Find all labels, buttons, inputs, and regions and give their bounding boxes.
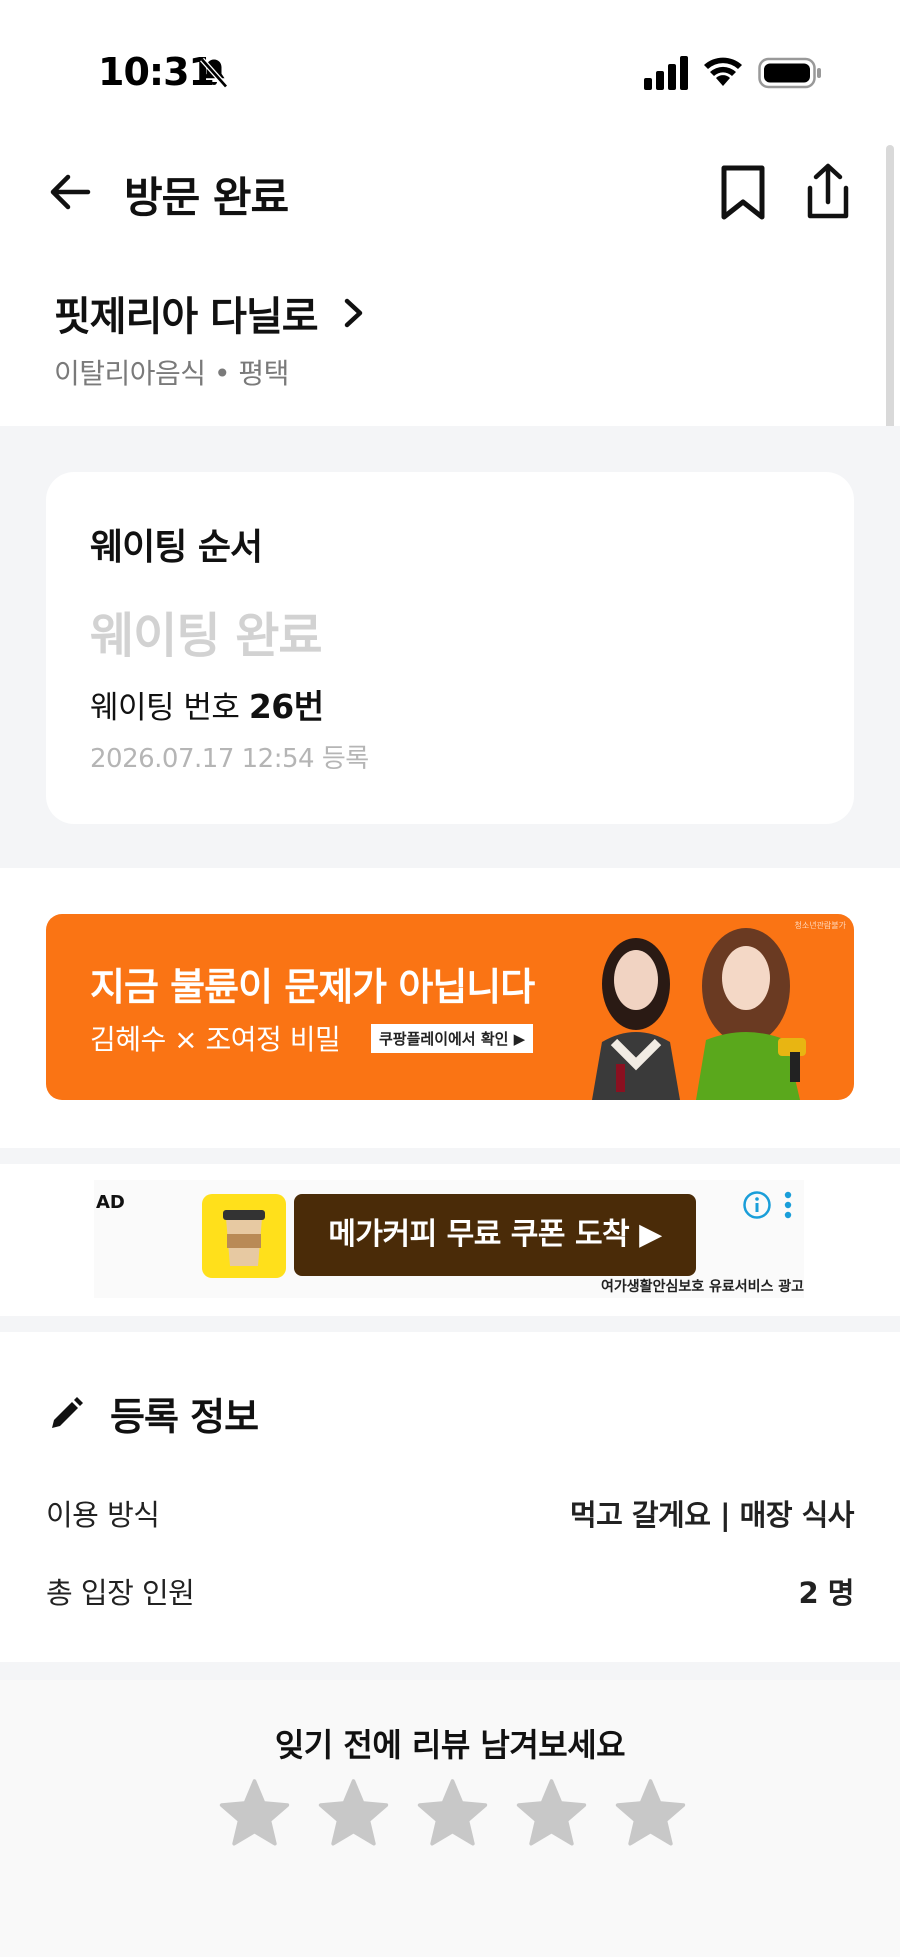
waiting-registered-time: 2026.07.17 12:54 등록 — [90, 744, 369, 774]
status-bar: 10:31 — [0, 0, 900, 130]
star-rating[interactable] — [218, 1778, 687, 1848]
banner-subline: 김혜수 × 조여정 비밀 — [90, 1023, 341, 1056]
star-icon[interactable] — [614, 1778, 687, 1848]
coffee-cup-image — [202, 1194, 286, 1278]
registration-header: 등록 정보 — [46, 1386, 259, 1441]
star-icon[interactable] — [416, 1778, 489, 1848]
star-icon[interactable] — [317, 1778, 390, 1848]
info-row-party-size: 총 입장 인원 2 명 — [46, 1570, 855, 1612]
section-divider — [0, 1662, 900, 1680]
app-bar: 방문 완료 — [0, 150, 900, 230]
ad-cta-button[interactable]: 메가커피 무료 쿠폰 도착 ▶ — [294, 1194, 696, 1276]
ad-label: AD — [96, 1192, 125, 1213]
more-vertical-icon[interactable] — [782, 1190, 794, 1220]
store-category-location: 이탈리아음식 • 평택 — [54, 357, 289, 390]
signal-icon — [644, 56, 688, 90]
battery-icon — [758, 57, 821, 89]
back-arrow-icon[interactable] — [48, 170, 92, 214]
promo-banner[interactable]: 청소년관람불가 지금 불륜이 문제가 아닙니다 김혜수 × 조여정 비밀 쿠팡플… — [46, 914, 854, 1100]
review-section: 잊기 전에 리뷰 남겨보세요 — [0, 1680, 900, 1957]
ad-banner[interactable]: AD 메가커피 무료 쿠폰 도착 ▶ 여가생활안심보호 유료서비스 광고 — [94, 1180, 804, 1298]
store-name: 핏제리아 다닐로 — [54, 294, 319, 340]
bookmark-icon[interactable] — [718, 164, 768, 222]
info-value: 2 명 — [798, 1576, 855, 1610]
banner-cta: 쿠팡플레이에서 확인 ▶ — [371, 1024, 534, 1053]
registration-title: 등록 정보 — [110, 1395, 259, 1439]
ad-disclaimer: 여가생활안심보호 유료서비스 광고 — [601, 1279, 804, 1295]
waiting-card: 웨이팅 순서 웨이팅 완료 웨이팅 번호 26번 2026.07.17 12:5… — [46, 472, 854, 824]
share-icon[interactable] — [800, 162, 856, 222]
info-label: 총 입장 인원 — [46, 1576, 195, 1610]
waiting-number-label: 웨이팅 번호 — [90, 690, 240, 726]
star-icon[interactable] — [218, 1778, 291, 1848]
banner-actresses-image — [592, 928, 806, 1100]
bell-off-icon — [200, 57, 228, 89]
waiting-title: 웨이팅 순서 — [90, 527, 263, 568]
info-row-usage: 이용 방식 먹고 갈게요 | 매장 식사 — [46, 1492, 855, 1534]
store-name-link[interactable]: 핏제리아 다닐로 — [54, 284, 370, 342]
waiting-number-value: 26번 — [248, 687, 324, 726]
pencil-icon — [52, 1396, 83, 1428]
info-value: 먹고 갈게요 | 매장 식사 — [569, 1498, 855, 1532]
waiting-status: 웨이팅 완료 — [90, 608, 323, 664]
section-divider — [0, 1316, 900, 1332]
info-icon[interactable] — [742, 1190, 772, 1220]
waiting-number-row: 웨이팅 번호 26번 — [90, 680, 324, 728]
coffee-cup-icon — [223, 1210, 265, 1266]
wifi-icon — [704, 57, 742, 86]
section-divider — [0, 1148, 900, 1164]
review-prompt: 잊기 전에 리뷰 남겨보세요 — [274, 1726, 626, 1764]
info-label: 이용 방식 — [46, 1498, 160, 1532]
page-title: 방문 완료 — [124, 173, 289, 222]
star-icon[interactable] — [515, 1778, 588, 1848]
chevron-right-icon — [344, 298, 362, 328]
banner-headline: 지금 불륜이 문제가 아닙니다 — [90, 965, 535, 1009]
